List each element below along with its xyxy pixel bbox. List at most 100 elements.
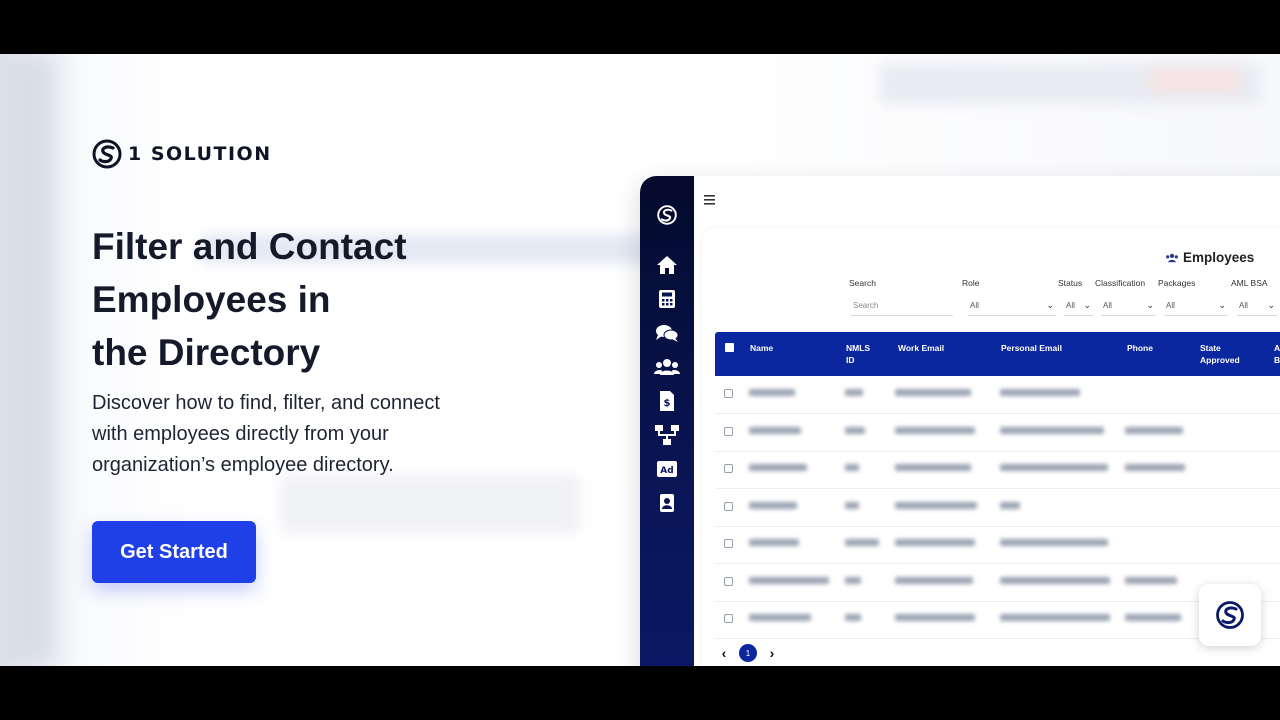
classification-select[interactable]: All ⌄	[1101, 296, 1156, 316]
hero-description-line: Discover how to find, filter, and connec…	[92, 392, 440, 414]
blurred-cell	[1125, 464, 1185, 471]
hero-title-line: Employees in	[92, 279, 331, 320]
search-label: Search	[849, 278, 876, 288]
chat-launcher-button[interactable]	[1199, 584, 1261, 646]
row-checkbox[interactable]	[724, 427, 733, 436]
home-icon[interactable]	[654, 252, 680, 278]
blurred-cell	[1000, 614, 1110, 621]
status-label: Status	[1058, 278, 1083, 288]
table-row[interactable]	[715, 526, 1280, 564]
search-placeholder: Search	[853, 301, 879, 310]
role-select[interactable]: All ⌄	[968, 296, 1056, 316]
column-header-text: B	[1274, 355, 1280, 365]
calculator-icon[interactable]	[654, 286, 680, 312]
page-title-text: Employees	[1183, 250, 1255, 265]
video-frame: 1 SOLUTION Filter and Contact Employees …	[0, 54, 1280, 666]
column-header-nmls[interactable]: NMLS ID	[846, 342, 870, 366]
hero-description: Discover how to find, filter, and connec…	[92, 388, 512, 481]
blurred-cell	[1000, 427, 1104, 434]
blurred-cell	[1000, 502, 1020, 509]
column-header-personal-email[interactable]: Personal Email	[1001, 342, 1062, 354]
blurred-cell	[1125, 614, 1181, 621]
column-header-extra[interactable]: AB	[1274, 342, 1280, 366]
table-row[interactable]	[715, 451, 1280, 489]
hero-description-line: with employees directly from your	[92, 423, 389, 445]
logo-icon[interactable]	[654, 202, 680, 228]
invoice-icon[interactable]: $	[654, 388, 680, 414]
blurred-cell	[895, 614, 975, 621]
chevron-down-icon: ⌄	[1218, 300, 1226, 310]
status-value: All	[1066, 301, 1075, 310]
row-checkbox[interactable]	[724, 464, 733, 473]
blurred-cell	[1000, 539, 1108, 546]
blurred-cell	[845, 539, 879, 546]
chevron-down-icon: ⌄	[1046, 300, 1054, 310]
blurred-cell	[1000, 577, 1110, 584]
chevron-down-icon: ⌄	[1146, 300, 1154, 310]
background-blur	[280, 474, 580, 534]
hamburger-icon[interactable]	[704, 192, 716, 205]
row-checkbox[interactable]	[724, 502, 733, 511]
letterbox-top	[0, 0, 1280, 54]
status-select[interactable]: All ⌄	[1064, 296, 1093, 316]
table-row[interactable]	[715, 414, 1280, 452]
table-row[interactable]	[715, 489, 1280, 527]
chevron-left-icon[interactable]: ‹	[718, 645, 730, 661]
chevron-down-icon: ⌄	[1267, 300, 1275, 310]
row-checkbox[interactable]	[724, 577, 733, 586]
classification-value: All	[1103, 301, 1112, 310]
column-header-phone[interactable]: Phone	[1127, 342, 1153, 354]
s-swoosh-logo-icon	[92, 139, 122, 169]
blurred-cell	[749, 464, 807, 471]
page-number-current[interactable]: 1	[739, 644, 757, 662]
column-header-name[interactable]: Name	[750, 342, 773, 354]
org-chart-icon[interactable]	[654, 422, 680, 448]
hero-title-line: the Directory	[92, 332, 321, 373]
blurred-cell	[845, 389, 863, 396]
select-all-checkbox[interactable]	[725, 343, 734, 352]
blurred-cell	[845, 464, 859, 471]
table-row[interactable]	[715, 376, 1280, 414]
blurred-cell	[749, 539, 799, 546]
brand-name: 1 SOLUTION	[128, 143, 272, 165]
pagination: ‹ 1 ›	[718, 644, 778, 662]
table-row[interactable]	[715, 601, 1280, 639]
users-icon[interactable]	[654, 354, 680, 380]
blurred-cell	[749, 502, 797, 509]
packages-select[interactable]: All ⌄	[1164, 296, 1228, 316]
blurred-cell	[749, 614, 811, 621]
role-value: All	[970, 301, 979, 310]
blurred-cell	[845, 502, 859, 509]
contact-card-icon[interactable]	[654, 490, 680, 516]
packages-value: All	[1166, 301, 1175, 310]
hero-title: Filter and Contact Employees in the Dire…	[92, 220, 552, 379]
blurred-cell	[1125, 577, 1177, 584]
blurred-cell	[895, 539, 975, 546]
chat-icon[interactable]	[654, 320, 680, 346]
blurred-cell	[895, 427, 975, 434]
chevron-right-icon[interactable]: ›	[766, 645, 778, 661]
hero-description-line: organization’s employee directory.	[92, 454, 394, 476]
hero-title-line: Filter and Contact	[92, 226, 407, 267]
app-sidebar: $ Ad	[640, 176, 694, 666]
ad-icon[interactable]: Ad	[654, 456, 680, 482]
letterbox-bottom	[0, 666, 1280, 720]
aml-bsa-select[interactable]: All ⌄	[1237, 296, 1277, 316]
row-checkbox[interactable]	[724, 614, 733, 623]
column-header-work-email[interactable]: Work Email	[898, 342, 944, 354]
column-header-state-approved[interactable]: State Approved	[1200, 342, 1240, 366]
blurred-cell	[845, 577, 861, 584]
table-row[interactable]	[715, 564, 1280, 602]
search-input[interactable]: Search	[851, 296, 953, 316]
column-header-text: NMLS	[846, 343, 871, 353]
row-checkbox[interactable]	[724, 539, 733, 548]
blurred-cell	[749, 577, 829, 584]
blurred-cell	[895, 464, 971, 471]
background-blur	[0, 54, 55, 666]
blurred-cell	[749, 427, 801, 434]
column-header-text: Approved	[1200, 355, 1240, 365]
role-label: Role	[962, 278, 980, 288]
row-checkbox[interactable]	[724, 389, 733, 398]
get-started-button[interactable]: Get Started	[92, 521, 256, 583]
blurred-cell	[845, 614, 861, 621]
